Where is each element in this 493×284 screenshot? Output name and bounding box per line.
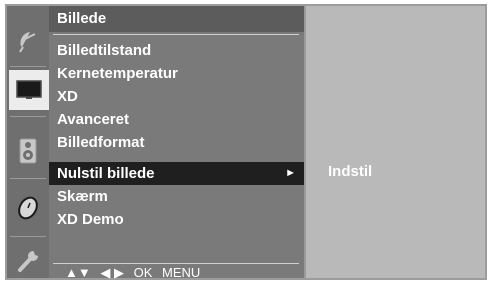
arrow-right-icon: ► <box>285 167 296 179</box>
menu-title: Billede <box>49 6 304 32</box>
submenu-panel: Indstil <box>304 6 485 278</box>
leftright-arrows-icon: ◀ ▶ <box>100 265 124 280</box>
updown-arrows-icon: ▲▼ <box>65 265 91 280</box>
menu-hint: MENU <box>162 265 201 280</box>
menu-item-avanceret[interactable]: Avanceret <box>49 108 304 131</box>
menu-item-billedformat[interactable]: Billedformat <box>49 131 304 154</box>
picture-menu-panel: Billede Billedtilstand Kernetemperatur X… <box>49 6 304 280</box>
menu-item-label: Nulstil billede <box>57 165 155 182</box>
wrench-icon[interactable] <box>13 244 43 278</box>
menu-item-kernetemperatur[interactable]: Kernetemperatur <box>49 62 304 85</box>
submenu-item-indstil[interactable]: Indstil <box>328 163 372 180</box>
picture-icon[interactable] <box>9 70 49 110</box>
menu-item-billedtilstand[interactable]: Billedtilstand <box>49 39 304 62</box>
satellite-dish-icon[interactable] <box>13 24 43 58</box>
ok-hint: OK <box>133 265 153 280</box>
footer-divider <box>53 263 299 264</box>
menu-item-nulstil-billede[interactable]: Nulstil billede ► <box>49 162 304 185</box>
title-divider <box>53 34 299 35</box>
menu-item-xd[interactable]: XD <box>49 85 304 108</box>
category-icon-bar <box>7 6 49 278</box>
speaker-icon[interactable] <box>13 134 43 168</box>
menu-item-skaerm[interactable]: Skærm <box>49 185 304 208</box>
menu-item-xd-demo[interactable]: XD Demo <box>49 208 304 231</box>
tv-osd-menu: Billede Billedtilstand Kernetemperatur X… <box>5 4 487 280</box>
navigation-hint: ▲▼ ◀ ▶ OK MENU <box>65 266 206 280</box>
clock-icon[interactable] <box>13 191 43 225</box>
